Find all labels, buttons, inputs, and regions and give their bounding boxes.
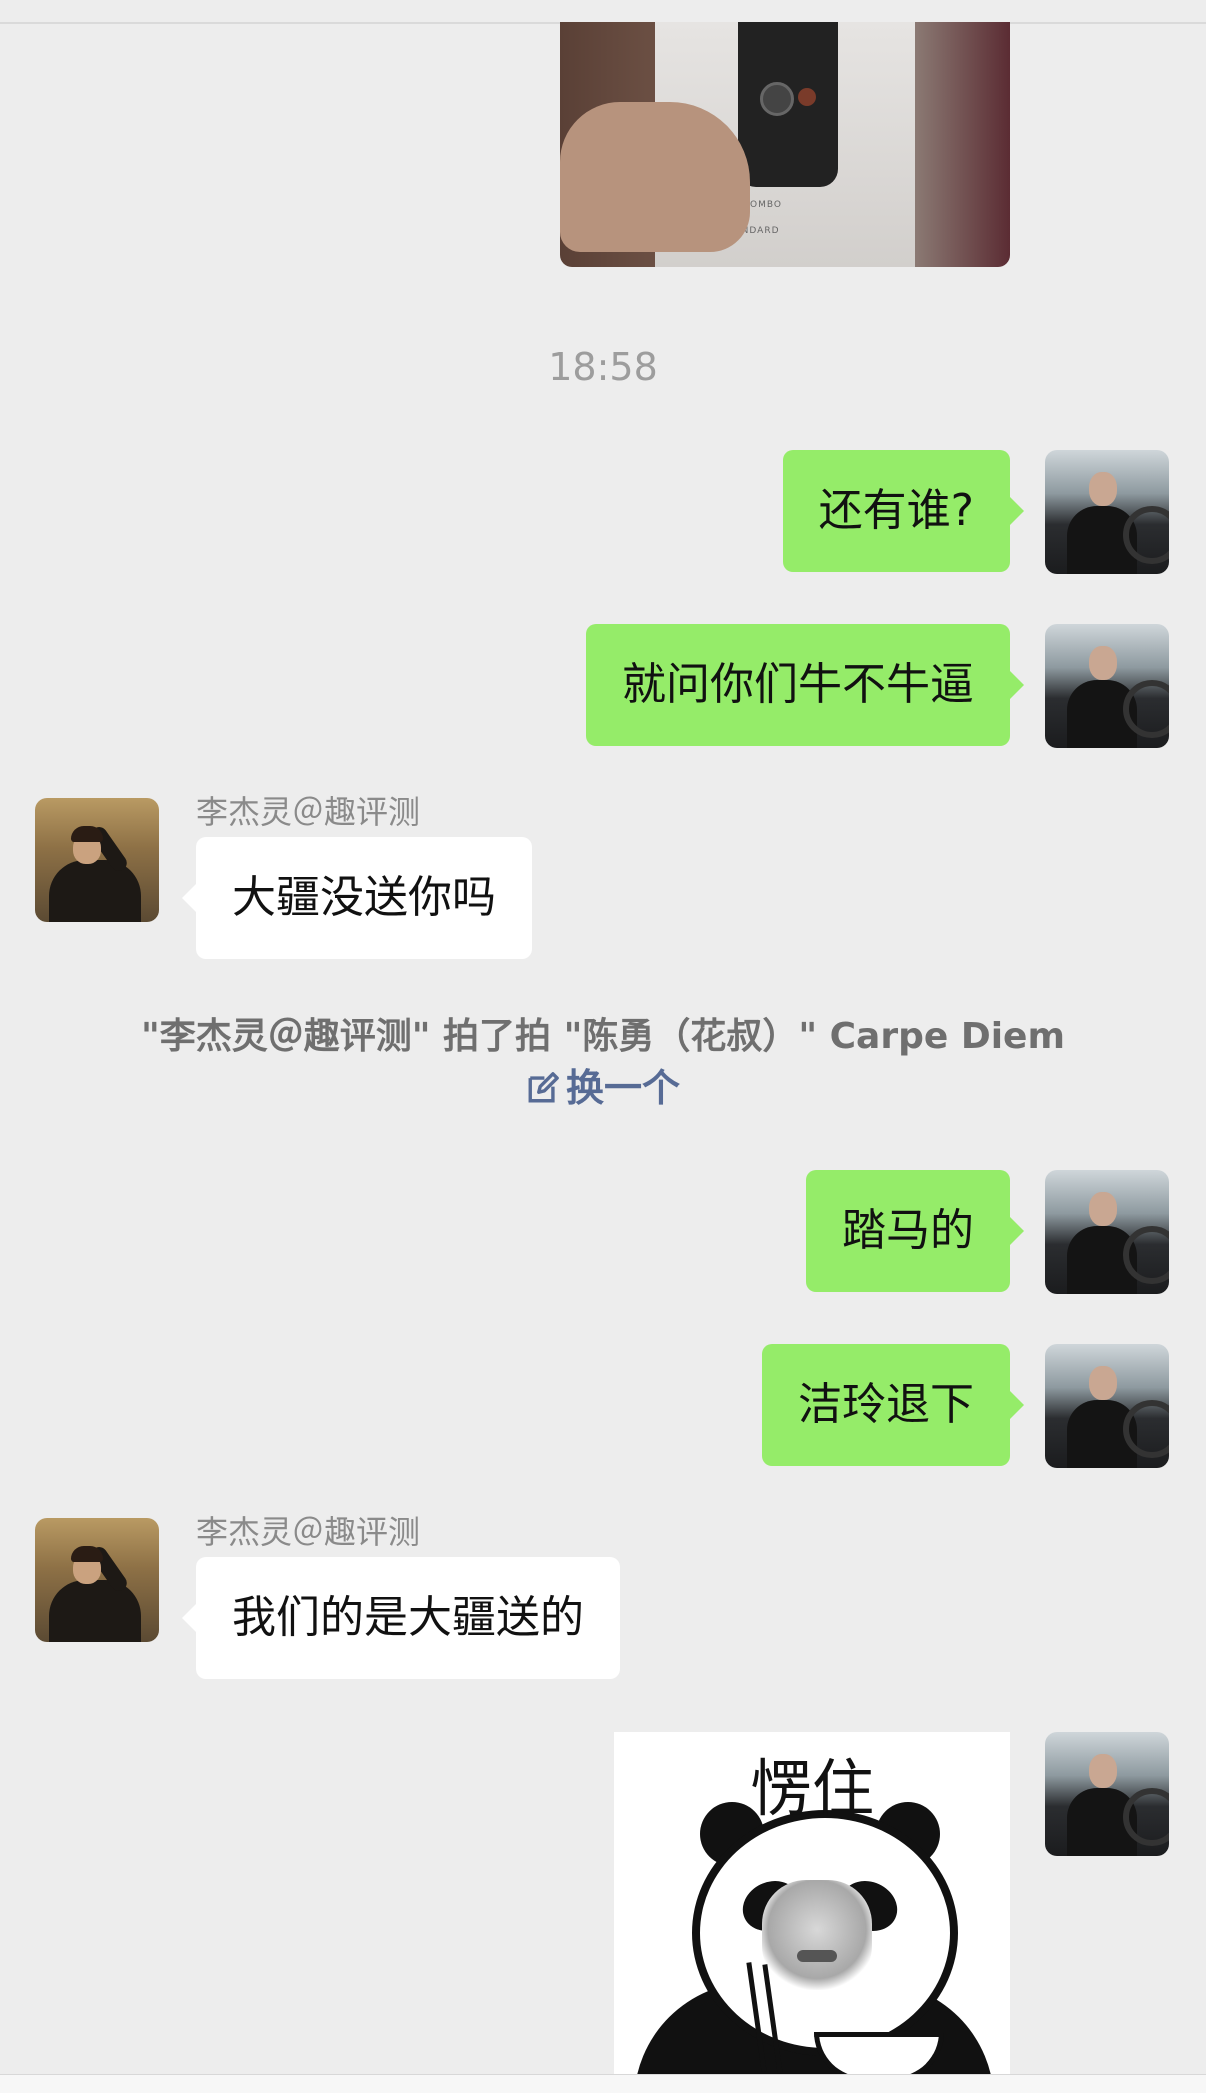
message-bubble-me[interactable]: 洁玲退下 (762, 1344, 1024, 1466)
message-bubble-other[interactable]: 我们的是大疆送的 (182, 1557, 620, 1679)
message-text: 洁玲退下 (798, 1379, 974, 1430)
avatar-hair (71, 826, 103, 842)
sticker-face (762, 1880, 872, 1990)
message-bubble-me[interactable]: 就问你们牛不牛逼 (586, 624, 1024, 746)
my-avatar[interactable] (1045, 1170, 1169, 1294)
avatar-hair (71, 1546, 103, 1562)
message-text: 踏马的 (842, 1205, 974, 1256)
edit-icon (528, 1072, 559, 1103)
sender-name: 李杰灵＠趣评测 (196, 1513, 421, 1551)
photo-text-combo: OMBO (750, 200, 782, 210)
message-bubble-other[interactable]: 大疆没送你吗 (182, 837, 532, 959)
message-bubble-me[interactable]: 踏马的 (806, 1170, 1024, 1292)
contact-avatar[interactable] (35, 1518, 159, 1642)
photo-hand (560, 102, 750, 252)
avatar-face (1089, 1192, 1117, 1226)
my-avatar[interactable] (1045, 1344, 1169, 1468)
photo-button (798, 88, 816, 106)
message-bubble-me[interactable]: 还有谁? (782, 450, 1025, 572)
sticker-mouth (797, 1950, 837, 1962)
avatar-body (49, 860, 141, 922)
photo-lens (760, 82, 794, 116)
pat-notice: "李杰灵＠趣评测" 拍了拍 "陈勇（花叔）" Carpe Diem (141, 1016, 1065, 1057)
sticker-bowl (814, 2032, 944, 2074)
sender-name: 李杰灵＠趣评测 (196, 793, 421, 831)
my-avatar[interactable] (1045, 450, 1169, 574)
avatar-body (49, 1580, 141, 1642)
contact-avatar[interactable] (35, 798, 159, 922)
bottom-divider (0, 2074, 1206, 2093)
my-avatar[interactable] (1045, 624, 1169, 748)
photo-message[interactable]: OMBO STANDARD (560, 22, 1010, 267)
message-timestamp: 18:58 (548, 345, 658, 389)
message-text: 就问你们牛不牛逼 (622, 659, 974, 710)
avatar-face (1089, 1366, 1117, 1400)
pat-change-link[interactable]: 换一个 (0, 1057, 1206, 1112)
sticker-message[interactable]: 愣住 (614, 1732, 1010, 2074)
message-text: 我们的是大疆送的 (232, 1592, 584, 1643)
message-text: 大疆没送你吗 (232, 872, 496, 923)
my-avatar[interactable] (1045, 1732, 1169, 1856)
pat-change-label: 换一个 (565, 1066, 680, 1110)
sticker-caption: 愣住 (749, 1752, 874, 1825)
avatar-face (1089, 646, 1117, 680)
avatar-face (1089, 472, 1117, 506)
avatar-face (1089, 1754, 1117, 1788)
message-text: 还有谁? (818, 485, 974, 536)
